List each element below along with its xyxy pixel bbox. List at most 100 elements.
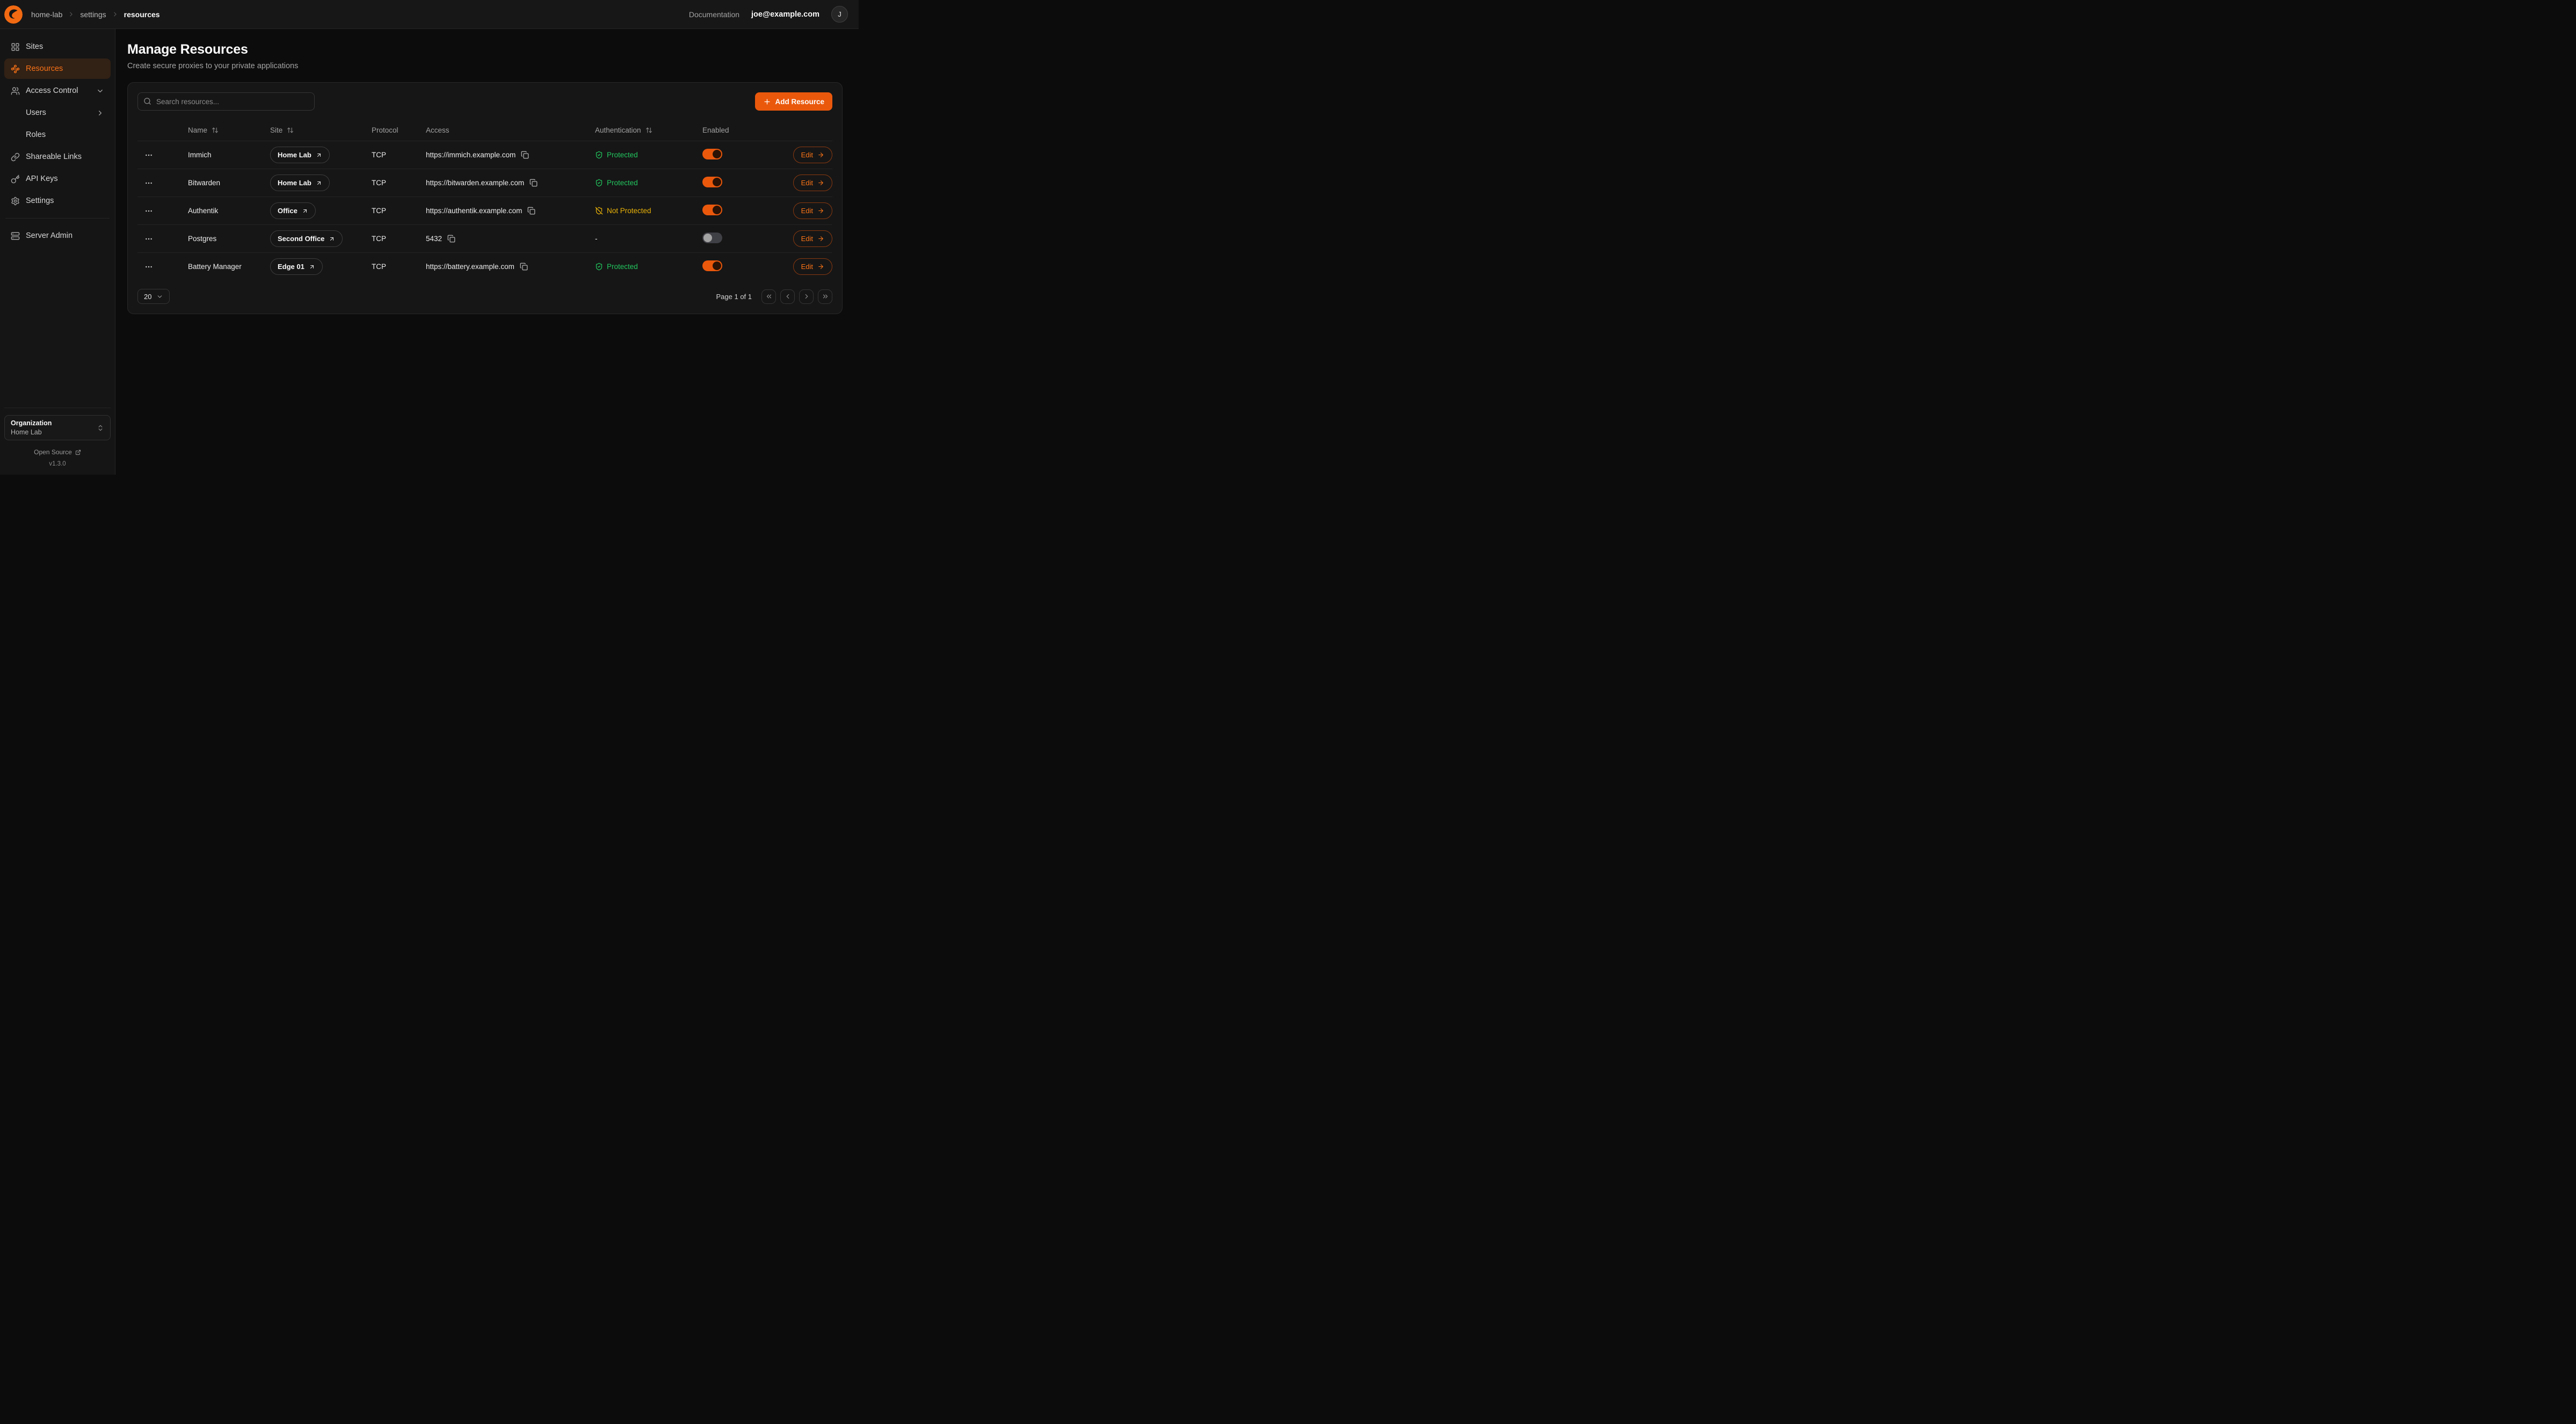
topbar: home-lab settings resources Documentatio…: [0, 0, 859, 29]
table-row: Immich Home Lab TCP https://immich.examp…: [137, 141, 832, 169]
copy-access-button[interactable]: [521, 150, 531, 160]
chevron-right-icon: [96, 109, 104, 117]
auth-status: Protected: [595, 263, 702, 271]
breadcrumb-resources[interactable]: resources: [124, 10, 160, 19]
table-footer: 20 Page 1 of 1: [137, 289, 832, 304]
edit-button[interactable]: Edit: [793, 258, 832, 275]
last-page-button[interactable]: [818, 289, 832, 304]
resource-name: Authentik: [188, 207, 270, 215]
app-logo[interactable]: [4, 5, 23, 24]
auth-status-label: Protected: [607, 263, 638, 271]
resource-access-url: https://bitwarden.example.com: [426, 179, 524, 187]
column-header-enabled: Enabled: [702, 126, 777, 134]
sidebar-item-sites[interactable]: Sites: [4, 37, 111, 57]
shield-check-icon: [595, 151, 603, 159]
sidebar-item-settings[interactable]: Settings: [4, 191, 111, 211]
sidebar-item-server-admin[interactable]: Server Admin: [4, 226, 111, 246]
column-header-access: Access: [426, 126, 595, 134]
table-header-row: Name Site Protocol Access Authentication…: [137, 119, 832, 141]
table-row: Postgres Second Office TCP 5432 - Edit: [137, 224, 832, 252]
sidebar-item-access-control[interactable]: Access Control: [4, 81, 111, 101]
column-header-site[interactable]: Site: [270, 126, 372, 134]
copy-icon: [529, 179, 538, 187]
organization-selector[interactable]: Organization Home Lab: [4, 415, 111, 440]
resource-name: Battery Manager: [188, 263, 270, 271]
arrow-right-icon: [817, 179, 824, 186]
page-size-select[interactable]: 20: [137, 289, 170, 304]
copy-access-button[interactable]: [529, 178, 539, 188]
site-link[interactable]: Office: [270, 202, 316, 219]
resources-table: Name Site Protocol Access Authentication…: [137, 119, 832, 280]
enabled-toggle[interactable]: [702, 205, 722, 215]
chevrons-left-icon: [765, 293, 773, 300]
row-menu-button[interactable]: [142, 232, 156, 246]
resource-protocol: TCP: [372, 179, 426, 187]
edit-button[interactable]: Edit: [793, 175, 832, 191]
next-page-button[interactable]: [799, 289, 814, 304]
resources-panel: Add Resource Name Site Protocol Access: [127, 82, 843, 314]
enabled-toggle[interactable]: [702, 177, 722, 187]
sites-grid-icon: [11, 42, 20, 52]
open-source-link[interactable]: Open Source: [4, 448, 111, 456]
user-email[interactable]: joe@example.com: [751, 10, 819, 19]
documentation-link[interactable]: Documentation: [689, 10, 739, 19]
row-menu-button[interactable]: [142, 260, 156, 274]
gear-icon: [11, 197, 20, 206]
resource-name: Immich: [188, 151, 270, 159]
avatar[interactable]: J: [831, 6, 848, 23]
search-icon: [143, 97, 151, 105]
enabled-toggle[interactable]: [702, 233, 722, 243]
resource-access-url: https://authentik.example.com: [426, 207, 522, 215]
edit-button[interactable]: Edit: [793, 147, 832, 163]
resource-name: Bitwarden: [188, 179, 270, 187]
resource-protocol: TCP: [372, 207, 426, 215]
server-icon: [11, 231, 20, 241]
arrow-up-right-icon: [316, 152, 322, 158]
site-link[interactable]: Second Office: [270, 230, 343, 247]
sidebar-item-label: Users: [26, 108, 46, 117]
site-link[interactable]: Home Lab: [270, 147, 330, 163]
enabled-toggle[interactable]: [702, 260, 722, 271]
auth-status-label: Protected: [607, 179, 638, 187]
copy-access-button[interactable]: [520, 262, 529, 272]
breadcrumb-settings[interactable]: settings: [80, 10, 106, 19]
copy-access-button[interactable]: [447, 234, 457, 244]
open-source-label: Open Source: [34, 448, 72, 456]
column-header-name[interactable]: Name: [188, 126, 270, 134]
row-menu-button[interactable]: [142, 204, 156, 218]
sidebar-item-label: Settings: [26, 197, 54, 205]
column-header-authentication[interactable]: Authentication: [595, 126, 702, 134]
sidebar-item-shareable-links[interactable]: Shareable Links: [4, 147, 111, 167]
edit-button[interactable]: Edit: [793, 230, 832, 247]
site-link[interactable]: Home Lab: [270, 175, 330, 191]
resource-protocol: TCP: [372, 235, 426, 243]
auth-status-label: Not Protected: [607, 207, 651, 215]
key-icon: [11, 175, 20, 184]
first-page-button[interactable]: [761, 289, 776, 304]
arrow-right-icon: [817, 235, 824, 242]
auth-status: Not Protected: [595, 207, 702, 215]
search-input[interactable]: [137, 92, 315, 111]
sidebar-item-api-keys[interactable]: API Keys: [4, 169, 111, 189]
copy-access-button[interactable]: [527, 206, 537, 216]
ellipsis-icon: [144, 263, 153, 271]
row-menu-button[interactable]: [142, 148, 156, 162]
row-menu-button[interactable]: [142, 176, 156, 190]
toggle-knob: [713, 178, 721, 186]
site-link[interactable]: Edge 01: [270, 258, 323, 275]
chevron-right-icon: [68, 11, 75, 18]
add-resource-button[interactable]: Add Resource: [755, 92, 832, 111]
edit-button[interactable]: Edit: [793, 202, 832, 219]
shield-check-icon: [595, 263, 603, 271]
chevron-right-icon: [803, 293, 810, 300]
sidebar-item-roles[interactable]: Roles: [4, 125, 111, 145]
enabled-toggle[interactable]: [702, 149, 722, 159]
add-resource-label: Add Resource: [775, 98, 824, 106]
breadcrumb-org[interactable]: home-lab: [31, 10, 62, 19]
resource-name: Postgres: [188, 235, 270, 243]
sidebar-item-users[interactable]: Users: [4, 103, 111, 123]
previous-page-button[interactable]: [780, 289, 795, 304]
chevron-down-icon: [96, 87, 104, 95]
sidebar-footer: Organization Home Lab Open Source v1.3.0: [4, 408, 111, 467]
sidebar-item-resources[interactable]: Resources: [4, 59, 111, 79]
